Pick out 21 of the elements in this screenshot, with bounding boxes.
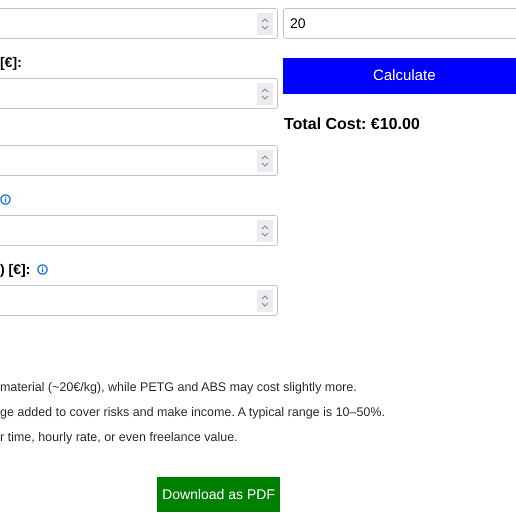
number-field[interactable] bbox=[0, 145, 278, 176]
field-label: [€]: bbox=[0, 52, 22, 72]
spinner-icon[interactable] bbox=[257, 150, 273, 172]
note-text: material (~20€/kg), while PETG and ABS may cost slightly more. bbox=[0, 379, 358, 396]
info-icon[interactable] bbox=[0, 194, 11, 204]
field-label: ) [€]: bbox=[0, 260, 30, 279]
note-text: ge added to cover risks and make income. A typical range is 10–50%. bbox=[0, 404, 386, 421]
spinner-icon[interactable] bbox=[257, 12, 273, 34]
number-field[interactable] bbox=[0, 285, 278, 316]
note-text: r time, hourly rate, or even freelance value. bbox=[0, 429, 239, 446]
info-icon[interactable] bbox=[37, 264, 48, 274]
number-field[interactable] bbox=[0, 8, 278, 39]
calculate-button[interactable]: Calculate bbox=[283, 58, 516, 94]
total-cost: Total Cost: €10.00 bbox=[283, 115, 421, 135]
number-field[interactable] bbox=[0, 78, 278, 109]
download-pdf-button[interactable]: Download as PDF bbox=[157, 477, 280, 512]
spinner-icon[interactable] bbox=[257, 290, 273, 312]
number-field[interactable] bbox=[0, 215, 278, 246]
spinner-icon[interactable] bbox=[257, 220, 273, 242]
spinner-icon[interactable] bbox=[257, 82, 273, 104]
profit-margin-field[interactable]: 20 bbox=[283, 8, 516, 39]
